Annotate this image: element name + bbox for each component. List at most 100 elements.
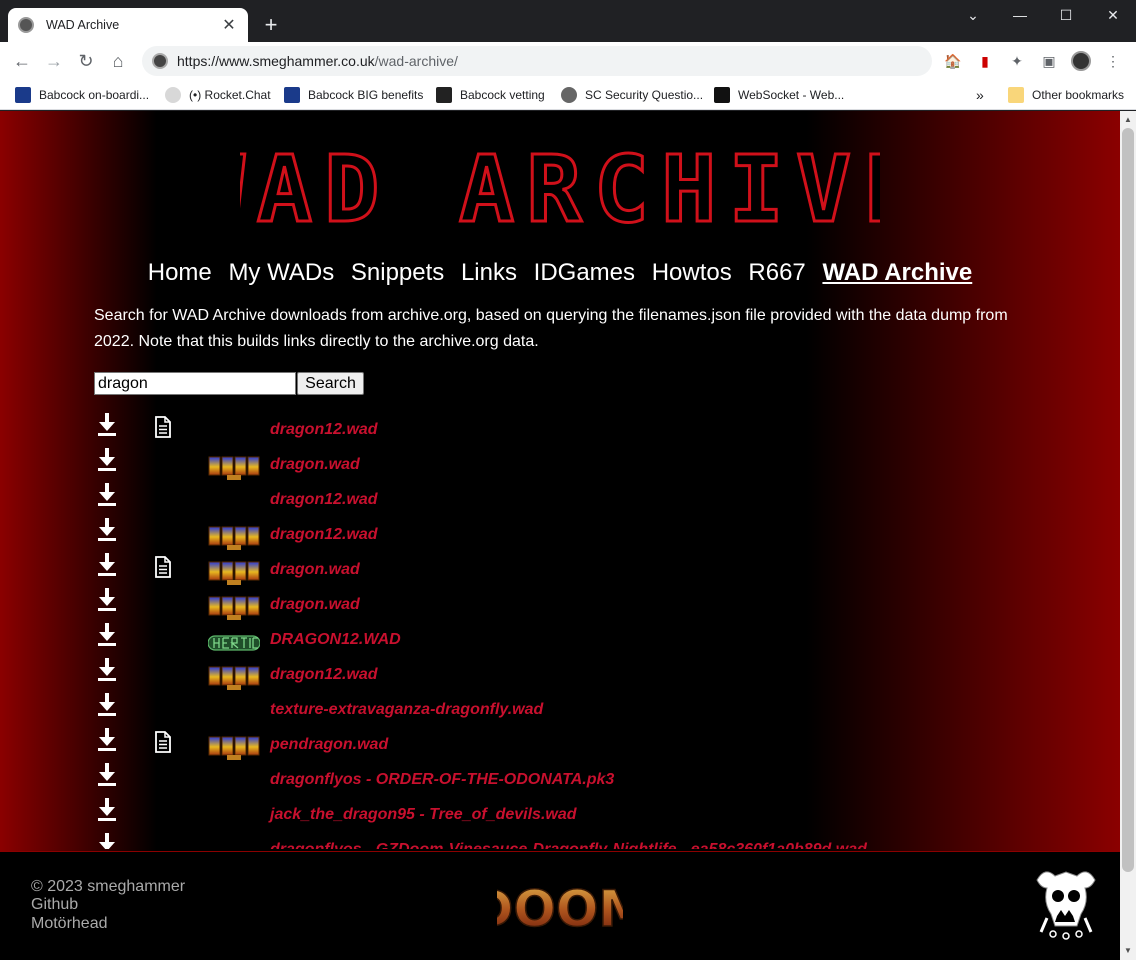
bookmark-favicon-icon [15,87,31,103]
other-bookmarks-folder[interactable]: Other bookmarks [1008,85,1124,105]
download-icon[interactable] [96,832,118,849]
back-icon[interactable]: ← [9,48,35,74]
tab-active[interactable]: WAD Archive ✕ [8,8,248,42]
doom-logo: DOOM [497,879,623,939]
crown-icon [436,87,452,103]
nav-links[interactable]: Links [461,259,517,286]
site-favicon-icon [18,17,34,33]
profile-avatar[interactable] [1071,51,1091,71]
result-filename-link[interactable]: dragon12.wad [270,491,378,509]
tab-close-icon[interactable]: ✕ [220,15,238,35]
minimize-button[interactable]: — [997,0,1043,30]
intro-text: Search for WAD Archive downloads from ar… [94,303,1024,355]
side-panel-icon[interactable]: ▣ [1039,51,1059,71]
bookmark-babcock-benefits[interactable]: Babcock BIG benefits [284,85,423,105]
result-filename-link[interactable]: dragon.wad [270,596,360,614]
heretic-game-icon [208,635,260,651]
download-icon[interactable] [96,657,118,681]
reload-icon[interactable]: ↻ [73,48,99,74]
bookmarks-overflow-button[interactable]: » [976,85,984,105]
result-filename-link[interactable]: jack_the_dragon95 - Tree_of_devils.wad [270,806,577,824]
download-icon[interactable] [96,762,118,786]
result-row: dragon12.wad [94,656,1094,691]
nav-r667[interactable]: R667 [748,259,805,286]
bookmark-rocket-chat[interactable]: (•) Rocket.Chat [165,85,271,105]
nav-home[interactable]: Home [148,259,212,286]
download-icon[interactable] [96,797,118,821]
nav-wad-archive[interactable]: WAD Archive [822,259,972,286]
bookmark-websocket[interactable]: WebSocket - Web... [714,85,844,105]
result-filename-link[interactable]: texture-extravaganza-dragonfly.wad [270,701,543,719]
result-filename-link[interactable]: dragon12.wad [270,666,378,684]
svg-text:DOOM: DOOM [497,880,623,938]
doom-game-icon [208,736,260,760]
download-icon[interactable] [96,517,118,541]
result-filename-link[interactable]: dragonflyos - GZDoom-Vinesauce-Dragonfly… [270,841,867,849]
bookmark-sc-security[interactable]: SC Security Questio... [561,85,703,105]
download-icon[interactable] [96,482,118,506]
result-row: texture-extravaganza-dragonfly.wad [94,691,1094,726]
scroll-up-arrow-icon[interactable]: ▲ [1120,112,1136,128]
motorhead-link[interactable]: Motörhead [31,915,108,933]
site-logo: WAD ARCHIVE [0,133,1120,248]
result-filename-link[interactable]: dragon.wad [270,561,360,579]
result-row: dragon.wad [94,586,1094,621]
result-row: pendragon.wad [94,726,1094,761]
page-content: WAD ARCHIVE Home My WADs Snippets Links … [0,111,1120,960]
document-icon[interactable] [154,556,172,578]
download-icon[interactable] [96,412,118,436]
nav-snippets[interactable]: Snippets [351,259,444,286]
extension-bookmark-icon[interactable]: ▮ [975,51,995,71]
site-info-icon[interactable] [152,53,168,69]
close-window-button[interactable]: ✕ [1090,0,1136,30]
copyright-text: © 2023 smeghammer [31,878,186,895]
scrollbar-thumb[interactable] [1122,128,1134,872]
doom-game-icon [208,456,260,480]
doom-game-icon [208,526,260,550]
document-icon[interactable] [154,416,172,438]
nav-my-wads[interactable]: My WADs [228,259,334,286]
address-bar[interactable]: https://www.smeghammer.co.uk/wad-archive… [142,46,932,76]
result-row: dragonflyos - GZDoom-Vinesauce-Dragonfly… [94,831,1094,849]
maximize-button[interactable]: ☐ [1043,0,1089,30]
download-icon[interactable] [96,552,118,576]
result-row: dragon12.wad [94,516,1094,551]
doom-game-icon [208,561,260,585]
new-tab-button[interactable]: + [260,12,282,38]
tab-search-icon[interactable]: ⌄ [950,0,996,30]
extensions-puzzle-icon[interactable]: ✦ [1007,51,1027,71]
download-icon[interactable] [96,727,118,751]
scroll-down-arrow-icon[interactable]: ▼ [1120,943,1136,959]
download-icon[interactable] [96,587,118,611]
home-icon[interactable]: ⌂ [105,48,131,74]
search-input[interactable] [94,372,296,395]
download-icon[interactable] [96,622,118,646]
result-row: dragon.wad [94,446,1094,481]
nav-idgames[interactable]: IDGames [534,259,635,286]
result-row: dragon12.wad [94,481,1094,516]
result-filename-link[interactable]: dragon.wad [270,456,360,474]
mdn-icon [714,87,730,103]
nav-howtos[interactable]: Howtos [652,259,732,286]
search-button[interactable]: Search [297,372,364,395]
wad-archive-logo: WAD ARCHIVE [188,135,920,245]
github-link[interactable]: Github [31,896,78,914]
intro-line-1: Search for WAD Archive downloads from ar… [94,307,1008,324]
document-icon[interactable] [154,731,172,753]
menu-kebab-icon[interactable]: ⋮ [1103,51,1123,71]
bookmark-babcock-vetting[interactable]: Babcock vetting [436,85,545,105]
download-icon[interactable] [96,692,118,716]
download-icon[interactable] [96,447,118,471]
bookmarks-bar: Babcock on-boardi... (•) Rocket.Chat Bab… [0,80,1136,110]
extension-house-icon[interactable]: 🏠 [943,51,963,71]
forward-icon[interactable]: → [41,48,67,74]
result-row: dragon12.wad [94,411,1094,446]
motorhead-snaggletooth-icon [1036,871,1096,940]
bookmark-babcock-onboarding[interactable]: Babcock on-boardi... [15,85,149,105]
result-filename-link[interactable]: dragon12.wad [270,421,378,439]
result-filename-link[interactable]: dragonflyos - ORDER-OF-THE-ODONATA.pk3 [270,771,614,789]
url-text[interactable]: https://www.smeghammer.co.uk/wad-archive… [177,53,458,69]
result-filename-link[interactable]: pendragon.wad [270,736,388,754]
result-filename-link[interactable]: dragon12.wad [270,526,378,544]
result-filename-link[interactable]: DRAGON12.WAD [270,631,401,649]
